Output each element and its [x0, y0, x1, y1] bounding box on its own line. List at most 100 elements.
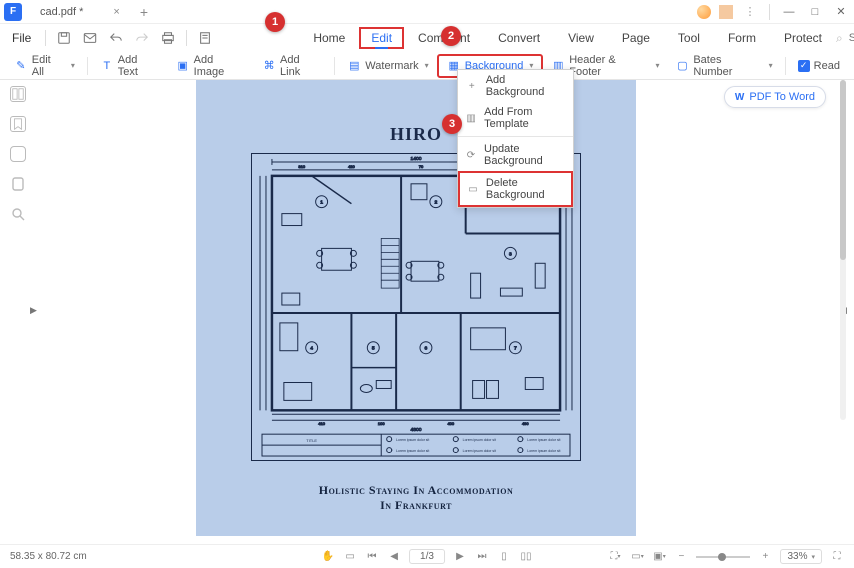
close-icon[interactable]: × — [113, 6, 119, 18]
add-tab-button[interactable]: + — [140, 4, 148, 20]
delete-icon: ▭ — [468, 183, 478, 195]
edit-all-button[interactable]: ✎ Edit All ▾ — [6, 51, 83, 81]
dd-update-bg-label: Update Background — [484, 143, 565, 167]
read-toggle[interactable]: ✓ Read — [790, 57, 848, 75]
single-page-icon[interactable]: ▯ — [497, 550, 511, 564]
read-mode-icon[interactable]: ▣▾ — [652, 550, 666, 564]
attachment-icon[interactable] — [10, 176, 26, 192]
svg-text:70: 70 — [419, 164, 424, 169]
zoom-out-button[interactable]: − — [674, 550, 688, 564]
image-icon: ▣ — [176, 59, 190, 73]
notification-icon[interactable] — [719, 5, 733, 19]
menu-view[interactable]: View — [554, 27, 608, 49]
undo-icon[interactable] — [106, 28, 126, 48]
page-number-field[interactable]: 1/3 — [409, 549, 445, 564]
prev-page-button[interactable]: ◀ — [387, 550, 401, 564]
comment-icon[interactable] — [10, 146, 26, 162]
select-tool-icon[interactable]: ▭ — [343, 550, 357, 564]
watermark-button[interactable]: ▤ Watermark ▾ — [339, 56, 436, 76]
bates-icon: ▢ — [676, 59, 690, 73]
dd-delete-bg-label: Delete Background — [486, 177, 563, 201]
read-label: Read — [814, 60, 840, 72]
text-icon: T — [100, 59, 114, 73]
svg-text:Lorem ipsum dolor sit: Lorem ipsum dolor sit — [527, 449, 560, 453]
form-icon[interactable] — [195, 28, 215, 48]
svg-text:Lorem ipsum dolor sit: Lorem ipsum dolor sit — [463, 449, 496, 453]
svg-text:6: 6 — [522, 449, 524, 452]
menu-convert[interactable]: Convert — [484, 27, 554, 49]
svg-text:5: 5 — [372, 346, 375, 352]
watermark-icon: ▤ — [347, 59, 361, 73]
menu-form[interactable]: Form — [714, 27, 770, 49]
next-page-button[interactable]: ▶ — [453, 550, 467, 564]
zoom-in-button[interactable]: + — [758, 550, 772, 564]
svg-text:4: 4 — [391, 449, 393, 452]
upgrade-icon[interactable] — [697, 5, 711, 19]
expand-left-panel[interactable]: ▶ — [30, 300, 40, 320]
add-text-button[interactable]: T Add Text — [92, 51, 168, 81]
svg-text:3: 3 — [509, 251, 512, 257]
fit-width-icon[interactable]: ⛶▾ — [608, 550, 622, 564]
pdf-to-word-button[interactable]: W PDF To Word — [724, 86, 826, 108]
document-subheading-2: In Frankfurt — [196, 498, 636, 513]
view-mode-icon[interactable]: ▭▾ — [630, 550, 644, 564]
svg-text:6: 6 — [425, 346, 428, 352]
redo-icon[interactable] — [132, 28, 152, 48]
thumbnails-icon[interactable] — [10, 86, 26, 102]
first-page-button[interactable]: ⏮ — [365, 550, 379, 564]
add-image-button[interactable]: ▣ Add Image — [168, 51, 254, 81]
close-button[interactable]: ✕ — [832, 3, 850, 21]
svg-text:310: 310 — [298, 164, 305, 169]
more-icon[interactable]: ⋮ — [741, 3, 759, 21]
fullscreen-icon[interactable]: ⛶ — [830, 550, 844, 564]
mail-icon[interactable] — [80, 28, 100, 48]
app-logo: F — [4, 3, 22, 21]
bookmark-icon[interactable] — [10, 116, 26, 132]
svg-text:410: 410 — [318, 421, 325, 426]
vertical-scrollbar[interactable] — [840, 80, 846, 420]
dd-add-tpl-label: Add From Template — [484, 106, 565, 130]
edit-all-label: Edit All — [32, 54, 65, 78]
svg-text:1: 1 — [391, 438, 393, 441]
last-page-button[interactable]: ⏭ — [475, 550, 489, 564]
svg-text:490: 490 — [522, 421, 529, 426]
add-background-item[interactable]: + Add Background — [458, 70, 573, 102]
search-input[interactable] — [849, 32, 854, 44]
menu-home[interactable]: Home — [299, 27, 359, 49]
bates-number-label: Bates Number — [693, 54, 762, 78]
chevron-down-icon: ▾ — [769, 61, 773, 70]
search-panel-icon[interactable] — [10, 206, 26, 222]
svg-text:2: 2 — [458, 438, 460, 441]
hand-tool-icon[interactable]: ✋ — [321, 550, 335, 564]
svg-text:7: 7 — [514, 346, 517, 352]
pdf-to-word-label: PDF To Word — [749, 91, 815, 103]
svg-text:Lorem ipsum dolor sit: Lorem ipsum dolor sit — [396, 438, 429, 442]
menu-page[interactable]: Page — [608, 27, 664, 49]
chevron-down-icon: ▾ — [425, 61, 429, 70]
minimize-button[interactable]: — — [780, 3, 798, 21]
svg-text:400: 400 — [447, 421, 454, 426]
document-subheading-1: Holistic Staying In Accommodation — [196, 483, 636, 498]
print-icon[interactable] — [158, 28, 178, 48]
add-link-button[interactable]: ⌘ Add Link — [254, 51, 330, 81]
add-from-template-item[interactable]: ▥ Add From Template — [458, 102, 573, 134]
document-tab[interactable]: cad.pdf * × — [30, 0, 130, 24]
svg-text:4800: 4800 — [410, 427, 421, 433]
plus-icon: + — [466, 80, 478, 92]
bates-number-button[interactable]: ▢ Bates Number ▾ — [668, 51, 781, 81]
menu-edit[interactable]: Edit — [359, 27, 404, 49]
zoom-percent[interactable]: 33%▾ — [780, 549, 822, 564]
file-menu[interactable]: File — [6, 29, 37, 47]
maximize-button[interactable]: □ — [806, 3, 824, 21]
update-background-item[interactable]: ⟳ Update Background — [458, 139, 573, 171]
menu-tool[interactable]: Tool — [664, 27, 714, 49]
svg-text:5: 5 — [458, 449, 460, 452]
save-icon[interactable] — [54, 28, 74, 48]
page-dimensions: 58.35 x 80.72 cm — [10, 551, 87, 562]
two-page-icon[interactable]: ▯▯ — [519, 550, 533, 564]
zoom-slider[interactable] — [696, 556, 750, 558]
search-icon: ⌕ — [836, 31, 843, 46]
menu-protect[interactable]: Protect — [770, 27, 836, 49]
update-icon: ⟳ — [466, 149, 476, 161]
delete-background-item[interactable]: ▭ Delete Background — [458, 171, 573, 207]
